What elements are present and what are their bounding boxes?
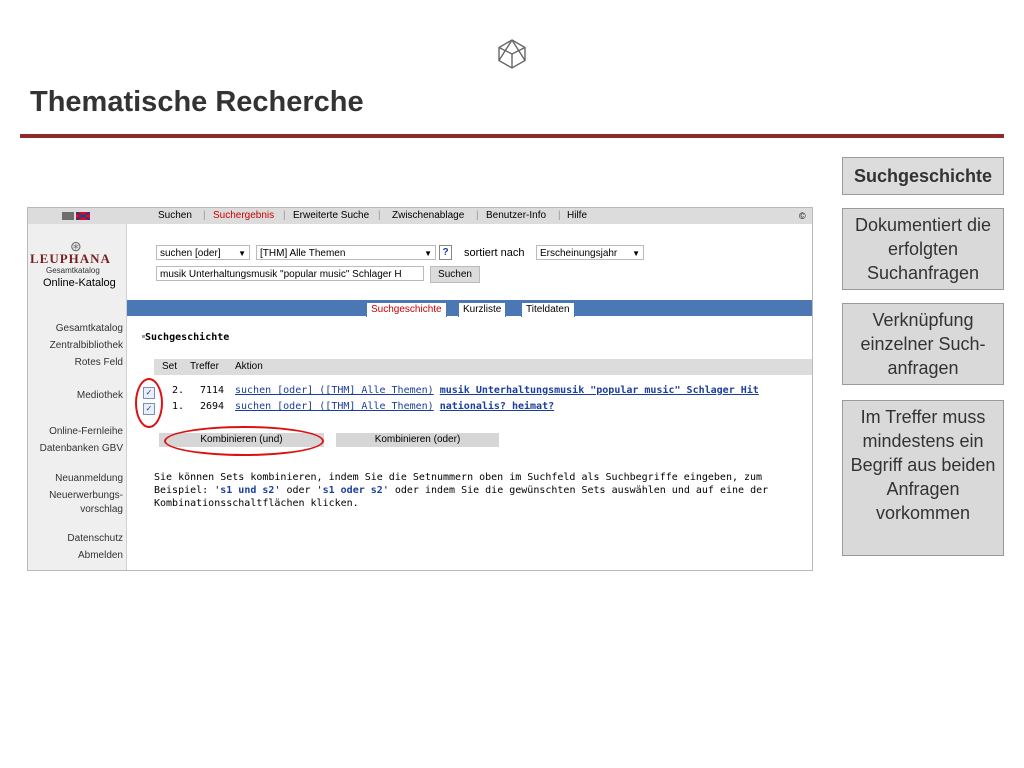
hit-count: 2694 (200, 401, 225, 412)
opac-screenshot: Suchen | Suchergebnis | Erweiterte Suche… (27, 207, 813, 571)
nav-user-info[interactable]: Benutzer-Info (486, 210, 546, 221)
hit-count: 7114 (200, 385, 225, 396)
query-link-text[interactable]: suchen [oder] ([THM] Alle Themen) (235, 385, 434, 396)
callout-suchgeschichte: Suchgeschichte (842, 157, 1004, 195)
topic-select[interactable]: [THM] Alle Themen ▼ (256, 245, 436, 260)
nav-results[interactable]: Suchergebnis (213, 210, 274, 221)
chevron-down-icon: ▼ (632, 249, 640, 258)
col-action: Aktion (235, 361, 263, 372)
cube-logo-icon (498, 39, 526, 69)
callout-documented: Dokumentiert die erfolgten Suchanfragen (842, 208, 1004, 290)
callout-hit-rule: Im Treffer muss mindestens ein Begriff a… (842, 400, 1004, 556)
set-number: 1. (172, 401, 185, 412)
nav-separator: | (558, 210, 561, 221)
tab-titeldaten[interactable]: Titeldaten (521, 302, 575, 317)
chevron-down-icon: ▼ (424, 249, 432, 258)
col-hits: Treffer (190, 361, 219, 372)
history-heading: Suchgeschichte (145, 332, 230, 343)
search-input[interactable]: musik Unterhaltungsmusik "popular music"… (156, 266, 424, 281)
sort-label: sortiert nach (464, 247, 525, 259)
nav-separator: | (378, 210, 381, 221)
combine-or-button[interactable]: Kombinieren (oder) (336, 433, 499, 447)
sort-select[interactable]: Erscheinungsjahr ▼ (536, 245, 644, 260)
chevron-down-icon: ▼ (238, 249, 246, 258)
nav-separator: | (203, 210, 206, 221)
brand-title: Online-Katalog (43, 277, 116, 289)
sidebar-item-mediothek[interactable]: Mediothek (77, 390, 123, 401)
leuphana-logo: LEUPHANA (30, 251, 111, 266)
history-query-link[interactable]: suchen [oder] ([THM] Alle Themen) musik … (235, 385, 759, 396)
tab-kurzliste[interactable]: Kurzliste (458, 302, 507, 317)
sidebar-item-datenschutz[interactable]: Datenschutz (67, 533, 123, 544)
query-link-text[interactable]: suchen [oder] ([THM] Alle Themen) (235, 401, 434, 412)
topic-value: [THM] Alle Themen (260, 248, 346, 259)
nav-search[interactable]: Suchen (158, 210, 192, 221)
query-terms[interactable]: nationalis? heimat? (440, 401, 554, 412)
search-mode-value: suchen [oder] (160, 248, 221, 259)
language-switch[interactable] (62, 212, 92, 220)
sidebar-item-datenbanken[interactable]: Datenbanken GBV (40, 443, 123, 454)
sidebar-item-fernleihe[interactable]: Online-Fernleihe (49, 426, 123, 437)
sidebar-item-vorschlag[interactable]: vorschlag (80, 504, 123, 515)
sort-value: Erscheinungsjahr (540, 248, 618, 259)
sidebar-item-neuanmeldung[interactable]: Neuanmeldung (55, 473, 123, 484)
sidebar-item-gesamtkatalog[interactable]: Gesamtkatalog (56, 323, 123, 334)
combine-help-text: Sie können Sets kombinieren, indem Sie d… (154, 471, 804, 510)
help-example: s1 und s2 (220, 485, 275, 496)
nav-separator: | (476, 210, 479, 221)
nav-advanced-search[interactable]: Erweiterte Suche (293, 210, 369, 221)
search-mode-select[interactable]: suchen [oder] ▼ (156, 245, 250, 260)
col-set: Set (162, 361, 178, 372)
callout-linking: Verknüpfung einzelner Such-anfragen (842, 303, 1004, 385)
nav-separator: | (283, 210, 286, 221)
slide-title: Thematische Recherche (30, 86, 364, 118)
brand-subtitle: Gesamtkatalog (46, 266, 100, 275)
sidebar-item-rotes-feld[interactable]: Rotes Feld (75, 357, 123, 368)
annotation-circle-checkboxes (135, 378, 163, 428)
sidebar-item-abmelden[interactable]: Abmelden (78, 550, 123, 561)
nav-help[interactable]: Hilfe (567, 210, 587, 221)
uk-flag-cross-icon (76, 212, 90, 220)
copyright-icon[interactable]: © (799, 211, 806, 221)
annotation-circle-combine-button (164, 426, 324, 456)
sidebar-item-neuerwerbung[interactable]: Neuerwerbungs- (49, 490, 123, 501)
german-flag-icon[interactable] (62, 212, 74, 220)
set-number: 2. (172, 385, 185, 396)
tab-suchgeschichte[interactable]: Suchgeschichte (366, 302, 447, 317)
sidebar-item-zentralbibliothek[interactable]: Zentralbibliothek (50, 340, 123, 351)
title-divider (20, 134, 1004, 138)
query-terms[interactable]: musik Unterhaltungsmusik "popular music"… (440, 385, 759, 396)
search-button[interactable]: Suchen (430, 266, 480, 283)
help-text-part: ' oder ' (274, 485, 323, 496)
history-query-link[interactable]: suchen [oder] ([THM] Alle Themen) nation… (235, 401, 554, 412)
help-example: s1 oder s2 (322, 485, 383, 496)
nav-clipboard[interactable]: Zwischenablage (392, 210, 464, 221)
help-button[interactable]: ? (439, 245, 452, 260)
